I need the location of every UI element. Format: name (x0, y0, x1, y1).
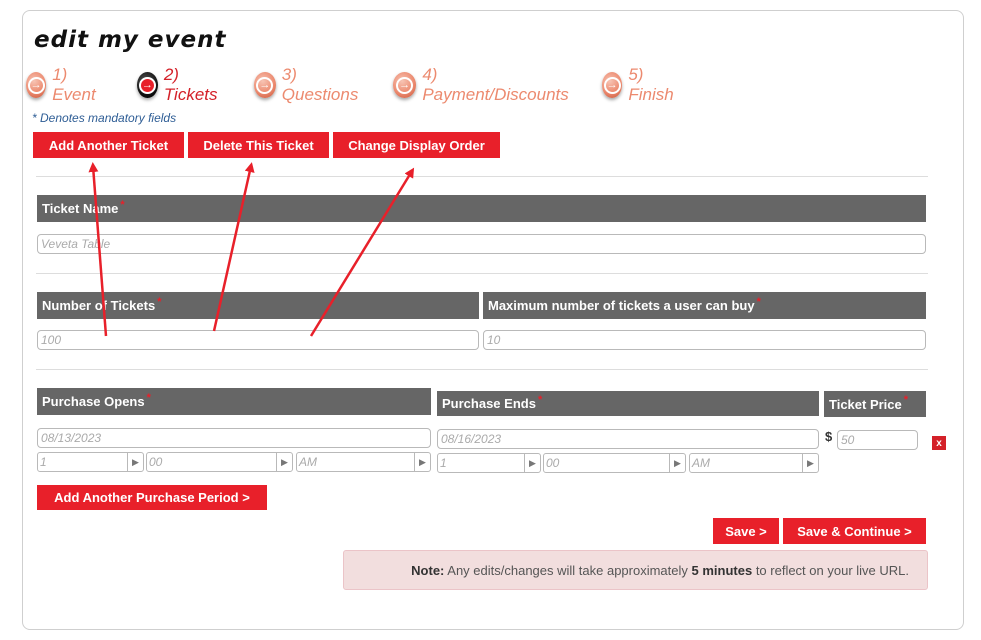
ticket-name-input[interactable]: Veveta Table (37, 234, 926, 254)
required-mark: * (157, 295, 162, 308)
play-arrow-icon: ▶ (524, 454, 540, 472)
select-value: AM (299, 455, 317, 469)
play-arrow-icon: ▶ (802, 454, 818, 472)
play-arrow-icon: ▶ (127, 453, 143, 471)
label-text: Purchase Opens (42, 394, 145, 409)
required-mark: * (903, 394, 909, 406)
play-arrow-icon: ▶ (669, 454, 685, 472)
opens-ampm-select[interactable]: AM ▶ (296, 452, 431, 472)
purchase-ends-label: Purchase Ends * (437, 391, 819, 416)
delete-ticket-button[interactable]: Delete This Ticket (188, 132, 329, 158)
number-of-tickets-input[interactable]: 100 (37, 330, 479, 350)
opens-hour-select[interactable]: 1 ▶ (37, 452, 144, 472)
purchase-ends-date-input[interactable]: 08/16/2023 (437, 429, 819, 449)
label-text: Purchase Ends (442, 396, 536, 411)
step-label: 4) Payment/Discounts (422, 65, 569, 104)
remove-period-button[interactable]: x (932, 436, 946, 450)
change-display-order-button[interactable]: Change Display Order (333, 132, 500, 158)
step-label: 1) Event (52, 65, 96, 104)
page-title: edit my event (34, 27, 227, 53)
select-value: AM (692, 456, 710, 470)
label-text: Number of Tickets (42, 298, 156, 313)
play-arrow-icon: ▶ (414, 453, 430, 471)
step-label: 5) Finish (628, 65, 674, 104)
required-mark: * (537, 393, 543, 406)
arrow-circle-icon: → (26, 72, 47, 98)
required-mark: * (120, 198, 125, 211)
number-of-tickets-label: Number of Tickets * (37, 292, 479, 319)
step-payment-discounts[interactable]: → 4) Payment/Discounts (393, 65, 571, 104)
select-value: 00 (546, 456, 560, 470)
arrow-circle-icon: → (137, 72, 158, 98)
save-continue-button[interactable]: Save & Continue > (783, 518, 926, 544)
currency-symbol: $ (825, 429, 833, 444)
add-ticket-button[interactable]: Add Another Ticket (33, 132, 184, 158)
select-value: 00 (149, 455, 163, 469)
ticket-price-label: Ticket Price * (824, 391, 926, 417)
divider (36, 176, 928, 177)
label-text: Ticket Price (829, 396, 902, 412)
purchase-opens-label: Purchase Opens * (37, 388, 431, 415)
divider (36, 369, 928, 370)
required-mark: * (146, 391, 151, 404)
step-event[interactable]: → 1) Event (26, 65, 101, 104)
ticket-price-input[interactable]: 50 (837, 430, 918, 450)
select-value: 1 (440, 456, 447, 470)
ends-minute-select[interactable]: 00 ▶ (543, 453, 686, 473)
save-button[interactable]: Save > (713, 518, 779, 544)
ends-ampm-select[interactable]: AM ▶ (689, 453, 819, 473)
step-label: 2) Tickets (163, 65, 218, 104)
required-mark: * (756, 295, 761, 308)
arrow-circle-icon: → (602, 72, 623, 98)
step-tickets[interactable]: → 2) Tickets (137, 65, 223, 104)
note-text-end: to reflect on your live URL. (752, 562, 909, 578)
step-questions[interactable]: → 3) Questions (254, 65, 363, 104)
note-prefix: Note: (411, 562, 445, 578)
arrow-circle-icon: → (393, 72, 417, 98)
add-purchase-period-button[interactable]: Add Another Purchase Period > (37, 485, 267, 510)
purchase-opens-date-input[interactable]: 08/13/2023 (37, 428, 431, 448)
label-text: Maximum number of tickets a user can buy (488, 298, 755, 313)
note-box: Note: Any edits/changes will take approx… (343, 550, 928, 590)
ticket-name-label: Ticket Name * (37, 195, 926, 222)
step-label: 3) Questions (281, 65, 359, 104)
step-finish[interactable]: → 5) Finish (602, 65, 679, 104)
max-tickets-per-user-label: Maximum number of tickets a user can buy… (483, 292, 926, 319)
label-text: Ticket Name (42, 201, 119, 216)
divider (36, 273, 928, 274)
arrow-circle-icon: → (254, 72, 276, 98)
note-duration: 5 minutes (691, 562, 753, 578)
ends-hour-select[interactable]: 1 ▶ (437, 453, 541, 473)
max-tickets-per-user-input[interactable]: 10 (483, 330, 926, 350)
note-text: Any edits/changes will take approximatel… (444, 562, 692, 578)
mandatory-fields-note: * Denotes mandatory fields (32, 111, 177, 125)
select-value: 1 (40, 455, 47, 469)
play-arrow-icon: ▶ (276, 453, 292, 471)
opens-minute-select[interactable]: 00 ▶ (146, 452, 293, 472)
